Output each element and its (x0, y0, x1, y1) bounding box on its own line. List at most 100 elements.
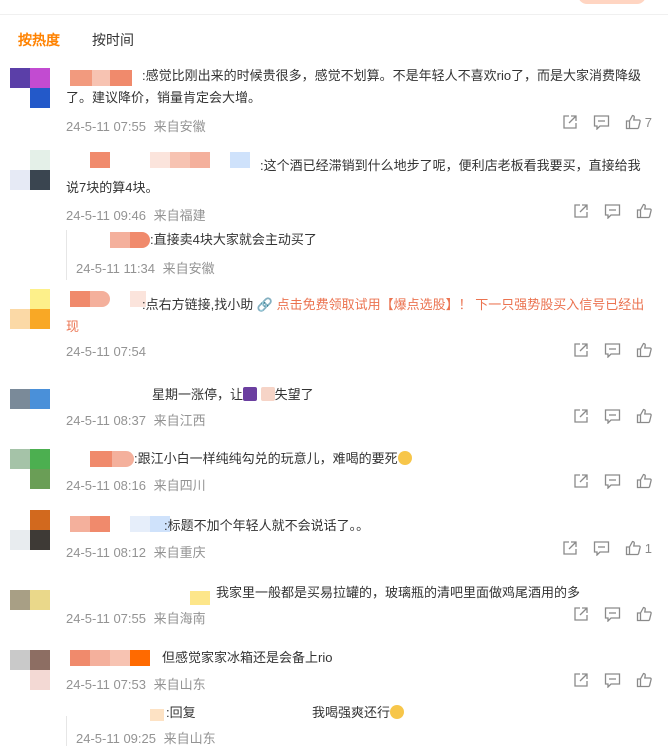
comment-icon (604, 409, 621, 424)
reply-button[interactable] (604, 203, 621, 219)
share-icon (574, 343, 588, 357)
like-button[interactable]: 1 (625, 540, 652, 556)
reply-button[interactable] (593, 114, 610, 130)
reply-meta: 24-5-11 11:34 来自安徽 (76, 258, 219, 277)
comment-actions: 7 (562, 114, 652, 130)
reply-location: 来自安徽 (162, 261, 215, 276)
like-button[interactable] (636, 408, 652, 424)
share-icon (574, 409, 588, 423)
like-button[interactable] (636, 203, 652, 219)
share-icon (574, 204, 588, 218)
reply-text: :直接卖4块大家就会主动买了 (150, 232, 317, 247)
share-icon (563, 115, 577, 129)
like-button[interactable] (636, 606, 652, 622)
top-action-button[interactable] (578, 0, 646, 4)
comment-meta: 24-5-11 08:12 来自重庆 (66, 542, 210, 561)
comment-meta: 24-5-11 07:55 来自安徽 (66, 116, 210, 135)
share-icon (574, 607, 588, 621)
avatar[interactable] (10, 510, 50, 550)
reply-button[interactable] (604, 342, 621, 358)
comment-time: 24-5-11 07:53 (66, 677, 146, 692)
emoji-icon (390, 705, 405, 719)
like-count: 7 (644, 114, 652, 130)
reply-username[interactable] (150, 709, 166, 725)
comment-text: 星期一涨停，让 失望了 (152, 387, 314, 402)
share-button[interactable] (573, 606, 589, 622)
reply-prefix: :回复 (166, 705, 196, 720)
comment-meta: 24-5-11 07:53 来自山东 (66, 674, 210, 693)
avatar[interactable] (10, 449, 50, 489)
thumbs-up-icon (636, 342, 652, 358)
comment-icon (593, 115, 609, 130)
avatar[interactable] (10, 648, 50, 690)
comment-text: :标题不加个年轻人就不会说话了。。 (164, 518, 370, 533)
thumbs-up-icon (636, 473, 652, 489)
share-button[interactable] (573, 473, 589, 489)
emoji-icon (397, 451, 412, 465)
like-button[interactable] (636, 672, 652, 688)
comment-location: 来自山东 (153, 677, 206, 692)
reply-time: 24-5-11 11:34 (76, 261, 156, 276)
share-button[interactable] (573, 203, 589, 219)
comment-location: 来自福建 (153, 208, 206, 223)
comment-time: 24-5-11 08:37 (66, 413, 146, 428)
comment-time: 24-5-11 07:54 (66, 344, 146, 359)
avatar[interactable] (10, 150, 50, 190)
share-button[interactable] (573, 342, 589, 358)
thumbs-up-icon (636, 408, 652, 424)
share-icon (574, 673, 588, 687)
reply-button[interactable] (604, 606, 621, 622)
comment-icon (593, 541, 609, 556)
emoji-icon (260, 387, 275, 401)
comment-text: :跟江小白一样纯纯勾兑的玩意儿，难喝的要死 (66, 448, 646, 470)
comment-actions (573, 473, 652, 489)
comment-text: 我家里一般都是买易拉罐的，玻璃瓶的清吧里面做鸡尾酒用的多 (216, 585, 581, 600)
comment-icon (604, 673, 621, 688)
like-button[interactable]: 7 (625, 114, 652, 130)
comment-actions: 1 (562, 540, 652, 556)
reply-button[interactable] (604, 408, 621, 424)
tab-hot[interactable]: 按热度 (18, 30, 60, 50)
comment-time: 24-5-11 08:12 (66, 545, 146, 560)
comment-icon (604, 204, 621, 219)
reply-button[interactable] (604, 473, 621, 489)
reply-username[interactable] (110, 232, 150, 248)
comment-location: 来自江西 (153, 413, 206, 428)
comment-actions (573, 606, 652, 622)
comment-meta: 24-5-11 09:46 来自福建 (66, 205, 210, 224)
comment-time: 24-5-11 07:55 (66, 119, 146, 134)
comment-time: 24-5-11 07:55 (66, 611, 146, 626)
comment-meta: 24-5-11 07:54 (66, 344, 150, 359)
avatar[interactable] (10, 289, 50, 329)
share-button[interactable] (573, 672, 589, 688)
comment-actions (573, 672, 652, 688)
avatar[interactable] (10, 68, 50, 108)
comment-time: 24-5-11 08:16 (66, 478, 146, 493)
emoji-icon (243, 387, 258, 401)
reply-button[interactable] (593, 540, 610, 556)
avatar[interactable] (10, 581, 50, 621)
comment-text: :感觉比刚出来的时候贵很多，感觉不划算。不是年轻人不喜欢rio了，而是大家消费降… (66, 68, 642, 105)
thumbs-up-icon (636, 606, 652, 622)
comment-location: 来自安徽 (153, 119, 206, 134)
comment-text: :点右方链接,找小助 🔗 点击免费领取试用【爆点选股】！ 下一只强势股买入信号已… (66, 297, 645, 334)
share-icon (574, 474, 588, 488)
comment-actions (573, 408, 652, 424)
comment-text: :这个酒已经滞销到什么地步了呢，便利店老板看我要买，直接给我说7块的算4块。 (66, 158, 641, 195)
sort-tabs: 按热度 按时间 (18, 30, 134, 50)
avatar[interactable] (10, 383, 50, 423)
tab-time[interactable]: 按时间 (92, 30, 134, 50)
comment-time: 24-5-11 09:46 (66, 208, 146, 223)
share-button[interactable] (562, 540, 578, 556)
thumbs-up-icon (625, 114, 641, 130)
comment-location: 来自重庆 (153, 545, 206, 560)
like-button[interactable] (636, 342, 652, 358)
reply-button[interactable] (604, 672, 621, 688)
like-button[interactable] (636, 473, 652, 489)
share-button[interactable] (573, 408, 589, 424)
thumbs-up-icon (625, 540, 641, 556)
comment-icon (604, 343, 621, 358)
share-button[interactable] (562, 114, 578, 130)
comment-actions (573, 342, 652, 358)
comment-icon (604, 474, 621, 489)
